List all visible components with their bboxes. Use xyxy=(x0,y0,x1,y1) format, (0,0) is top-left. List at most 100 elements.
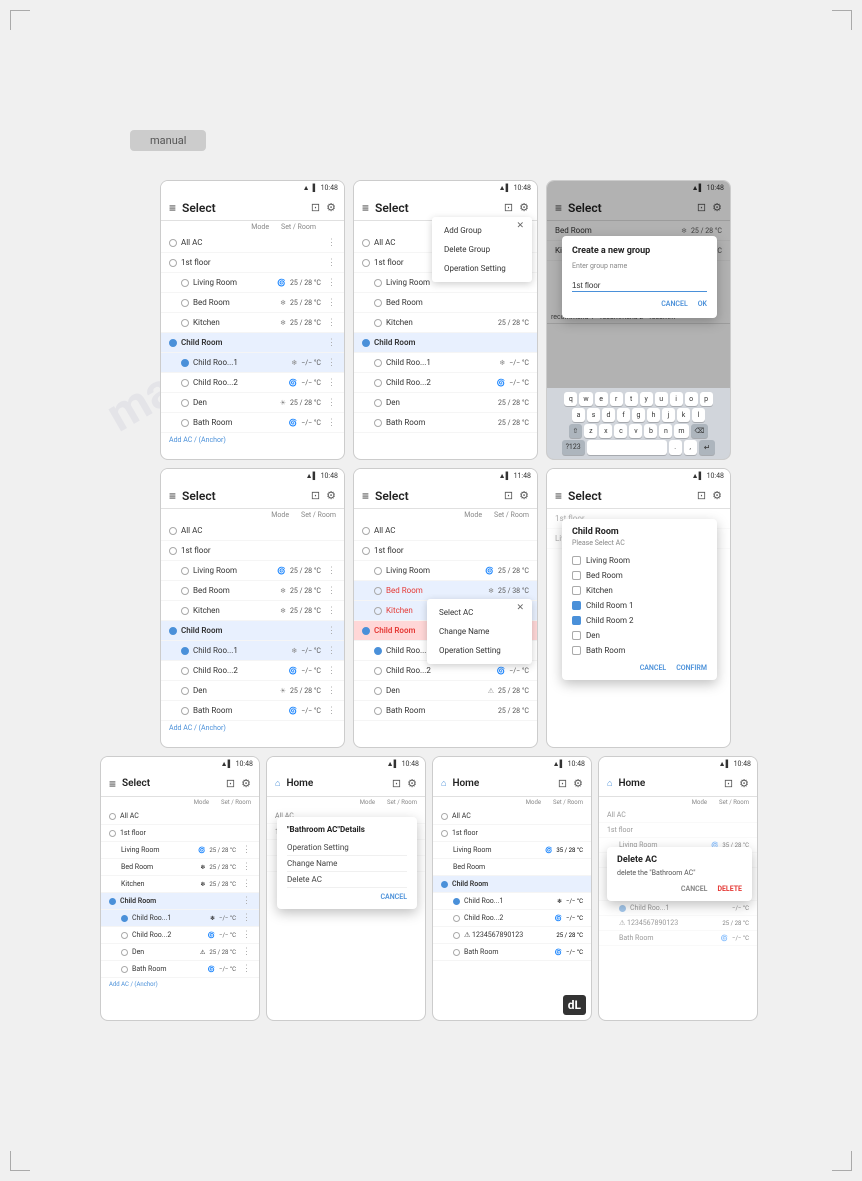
p7-add-ac[interactable]: Add AC / (Anchor) xyxy=(101,978,259,991)
dropdown-operation-setting[interactable]: Operation Setting xyxy=(432,259,532,278)
select-ac-cancel[interactable]: CANCEL xyxy=(640,664,667,672)
p5-den[interactable]: Den ⚠ 25 / 28 °C xyxy=(354,681,537,701)
p7-den[interactable]: Den ⚠ 25 / 28 °C ⋮ xyxy=(101,944,259,961)
list-item2-child1[interactable]: Child Roo...1 ❄ −/− °C xyxy=(354,353,537,373)
chk-kitchen[interactable]: Kitchen xyxy=(572,583,707,598)
delete-cancel[interactable]: CANCEL xyxy=(681,885,708,893)
list-item-bath-room[interactable]: Bath Room 🌀 −/− °C ⋮ xyxy=(161,413,344,433)
list-item-den[interactable]: Den ☀ 25 / 28 °C ⋮ xyxy=(161,393,344,413)
kb-d[interactable]: d xyxy=(602,408,615,422)
list-item-child-room-2[interactable]: Child Roo...2 🌀 −/− °C ⋮ xyxy=(161,373,344,393)
p9-1st[interactable]: 1st floor xyxy=(433,825,591,842)
p4-1st[interactable]: 1st floor xyxy=(161,541,344,561)
copy-icon-2[interactable]: ⊡ xyxy=(504,201,513,214)
detail-change-name[interactable]: Change Name xyxy=(287,856,407,872)
kb-q[interactable]: q xyxy=(564,392,577,406)
detail-op-setting[interactable]: Operation Setting xyxy=(287,840,407,856)
kb-t[interactable]: t xyxy=(625,392,638,406)
list-item2-bath[interactable]: Bath Room 25 / 28 °C xyxy=(354,413,537,433)
kb-x[interactable]: x xyxy=(599,424,612,438)
p7-bath[interactable]: Bath Room 🌀 −/− °C ⋮ xyxy=(101,961,259,978)
p4-den[interactable]: Den ☀ 25 / 28 °C ⋮ xyxy=(161,681,344,701)
kb-n[interactable]: n xyxy=(659,424,672,438)
menu-icon-2[interactable]: ≡ xyxy=(362,201,369,215)
kb-shift[interactable]: ⇧ xyxy=(569,424,583,438)
p9-den[interactable]: ⚠ 1234567890123 25 / 28 °C xyxy=(433,927,591,944)
kb-k[interactable]: k xyxy=(677,408,690,422)
p4-bath[interactable]: Bath Room 🌀 −/− °C ⋮ xyxy=(161,701,344,721)
kb-z[interactable]: z xyxy=(584,424,597,438)
p5-all-ac[interactable]: All AC xyxy=(354,521,537,541)
settings-icon-1[interactable]: ⚙ xyxy=(326,201,336,214)
list-item2-child[interactable]: Child Room xyxy=(354,333,537,353)
p7-kitchen[interactable]: Kitchen ❄ 25 / 28 °C ⋮ xyxy=(101,876,259,893)
list-item2-child2[interactable]: Child Roo...2 🌀 −/− °C xyxy=(354,373,537,393)
p9-bed[interactable]: Bed Room xyxy=(433,859,591,876)
p4-child1[interactable]: Child Roo...1 ❄ −/− °C ⋮ xyxy=(161,641,344,661)
p4-child2[interactable]: Child Roo...2 🌀 −/− °C ⋮ xyxy=(161,661,344,681)
p9-child[interactable]: Child Room xyxy=(433,876,591,893)
menu-icon-1[interactable]: ≡ xyxy=(169,201,176,215)
settings-icon-5[interactable]: ⚙ xyxy=(519,489,529,502)
chk-child1[interactable]: Child Room 1 xyxy=(572,598,707,613)
list-item2-kitchen[interactable]: Kitchen 25 / 28 °C xyxy=(354,313,537,333)
p4-add-ac[interactable]: Add AC / (Anchor) xyxy=(161,721,344,735)
copy-icon-6[interactable]: ⊡ xyxy=(697,489,706,502)
p4-living[interactable]: Living Room 🌀 25 / 28 °C ⋮ xyxy=(161,561,344,581)
p4-child[interactable]: Child Room ⋮ xyxy=(161,621,344,641)
p4-kitchen[interactable]: Kitchen ❄ 25 / 28 °C ⋮ xyxy=(161,601,344,621)
p5-1st[interactable]: 1st floor xyxy=(354,541,537,561)
kb-g[interactable]: g xyxy=(632,408,645,422)
dropdown-close[interactable]: ✕ xyxy=(516,221,524,231)
p7-child1[interactable]: Child Roo...1 ❄ −/− °C ⋮ xyxy=(101,910,259,927)
kb-c[interactable]: c xyxy=(614,424,627,438)
copy-icon-4[interactable]: ⊡ xyxy=(311,489,320,502)
kb-v[interactable]: v xyxy=(629,424,642,438)
list-item-bed-room[interactable]: Bed Room ❄ 25 / 28 °C ⋮ xyxy=(161,293,344,313)
chk-living[interactable]: Living Room xyxy=(572,553,707,568)
p9-all[interactable]: All AC xyxy=(433,808,591,825)
chk-den[interactable]: Den xyxy=(572,628,707,643)
chk-child2[interactable]: Child Room 2 xyxy=(572,613,707,628)
settings-icon-4[interactable]: ⚙ xyxy=(326,489,336,502)
p7-living[interactable]: Living Room 🌀 25 / 28 °C ⋮ xyxy=(101,842,259,859)
p4-bed[interactable]: Bed Room ❄ 25 / 28 °C ⋮ xyxy=(161,581,344,601)
select-ac-confirm[interactable]: CONFIRM xyxy=(676,664,707,672)
p5-child2[interactable]: Child Roo...2 🌀 −/− °C xyxy=(354,661,537,681)
operation-setting-btn[interactable]: Operation Setting xyxy=(427,641,532,660)
kb-h[interactable]: h xyxy=(647,408,660,422)
delete-confirm[interactable]: DELETE xyxy=(717,885,742,893)
chk-bath[interactable]: Bath Room xyxy=(572,643,707,658)
kb-i[interactable]: i xyxy=(670,392,683,406)
group-name-input[interactable] xyxy=(572,280,707,292)
kb-w[interactable]: w xyxy=(579,392,592,406)
kb-e[interactable]: e xyxy=(595,392,608,406)
copy-icon-5[interactable]: ⊡ xyxy=(504,489,513,502)
p5-living[interactable]: Living Room 🌀 25 / 28 °C xyxy=(354,561,537,581)
kb-space[interactable] xyxy=(587,440,667,455)
kb-enter[interactable]: ↵ xyxy=(699,440,716,455)
list-item2-den[interactable]: Den 25 / 28 °C xyxy=(354,393,537,413)
settings-icon-2[interactable]: ⚙ xyxy=(519,201,529,214)
p9-child1[interactable]: Child Roo...1 ❄ −/− °C xyxy=(433,893,591,910)
list-item-living-room[interactable]: Living Room 🌀 25 / 28 °C ⋮ xyxy=(161,273,344,293)
group-dropdown-close[interactable]: ✕ xyxy=(516,603,524,613)
kb-r[interactable]: r xyxy=(610,392,623,406)
settings-icon-7[interactable]: ⚙ xyxy=(241,777,251,790)
list-item-child-room-1[interactable]: Child Roo...1 ❄ −/− °C ⋮ xyxy=(161,353,344,373)
p7-child[interactable]: Child Room ⋮ xyxy=(101,893,259,910)
kb-j[interactable]: j xyxy=(662,408,675,422)
kb-m[interactable]: m xyxy=(674,424,688,438)
list-item-kitchen[interactable]: Kitchen ❄ 25 / 28 °C ⋮ xyxy=(161,313,344,333)
p7-1st[interactable]: 1st floor xyxy=(101,825,259,842)
copy-icon-1[interactable]: ⊡ xyxy=(311,201,320,214)
copy-icon-7[interactable]: ⊡ xyxy=(226,777,235,790)
detail-cancel[interactable]: CANCEL xyxy=(287,893,407,901)
list-item-child-room[interactable]: Child Room ⋮ xyxy=(161,333,344,353)
kb-o[interactable]: o xyxy=(685,392,698,406)
kb-s[interactable]: s xyxy=(587,408,600,422)
kb-b[interactable]: b xyxy=(644,424,657,438)
detail-delete-ac[interactable]: Delete AC xyxy=(287,872,407,888)
kb-l[interactable]: l xyxy=(692,408,705,422)
kb-comma[interactable]: , xyxy=(684,440,697,455)
